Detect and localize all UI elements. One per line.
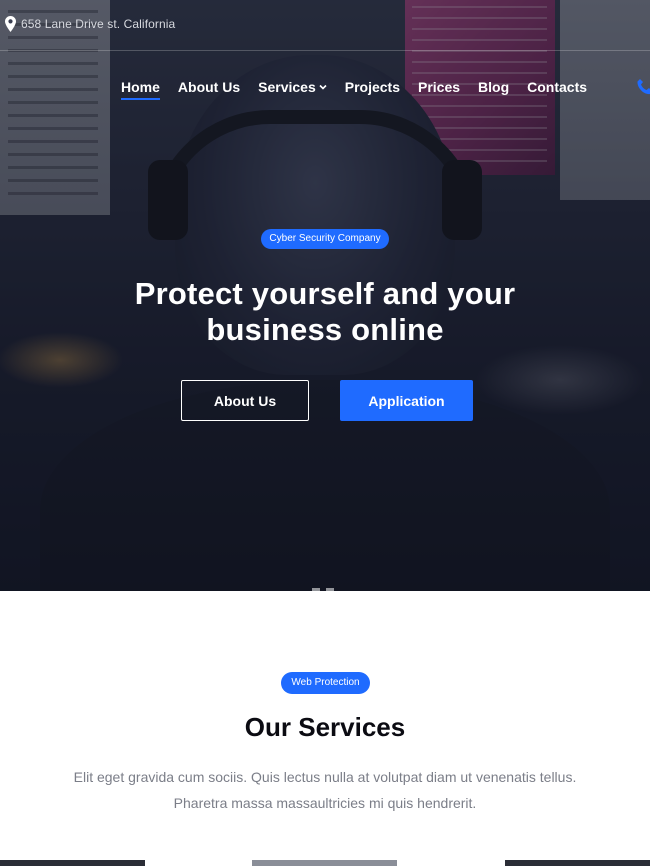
service-card-image [0,860,145,866]
services-description-line: Elit eget gravida cum sociis. Quis lectu… [73,769,577,785]
hero-section: 658 Lane Drive st. California Home About… [0,0,650,591]
services-description-line: Pharetra massa massaultricies mi quis he… [173,795,477,811]
nav-item-blog[interactable]: Blog [478,79,509,95]
nav-item-prices[interactable]: Prices [418,79,460,95]
nav-item-label: About Us [177,79,241,95]
nav-item-label: Contacts [527,79,588,95]
nav-item-label: Prices [417,79,461,95]
main-nav: Home About Us Services Projects Prices B… [121,79,605,100]
service-card-image [252,860,397,866]
map-pin-icon [5,16,16,32]
services-title: Our Services [244,712,406,742]
nav-item-label: Home [121,79,160,95]
about-us-button[interactable]: About Us [181,380,309,421]
service-cards-peek [0,860,650,866]
nav-item-home[interactable]: Home [121,79,160,100]
nav-item-about-us[interactable]: About Us [178,79,240,95]
slider-dot[interactable] [326,588,334,591]
slider-dots [312,588,334,591]
top-bar: 658 Lane Drive st. California [0,0,650,51]
hero-title: Protect yourself and your business onlin… [134,276,516,347]
nav-item-services[interactable]: Services [258,79,327,95]
nav-item-projects[interactable]: Projects [345,79,400,95]
hero-badge: Cyber Security Company [261,229,389,249]
services-description: Elit eget gravida cum sociis. Quis lectu… [65,764,585,816]
nav-item-contacts[interactable]: Contacts [527,79,587,95]
application-button[interactable]: Application [340,380,473,421]
phone-icon[interactable] [636,78,650,96]
address: 658 Lane Drive st. California [5,16,175,32]
nav-item-label: Projects [344,79,400,95]
nav-item-label: Services [258,79,316,95]
services-badge: Web Protection [281,672,370,694]
service-card-image [505,860,650,866]
nav-item-label: Blog [478,79,510,95]
slider-dot[interactable] [312,588,320,591]
address-text: 658 Lane Drive st. California [21,17,176,31]
chevron-down-icon [319,84,327,90]
